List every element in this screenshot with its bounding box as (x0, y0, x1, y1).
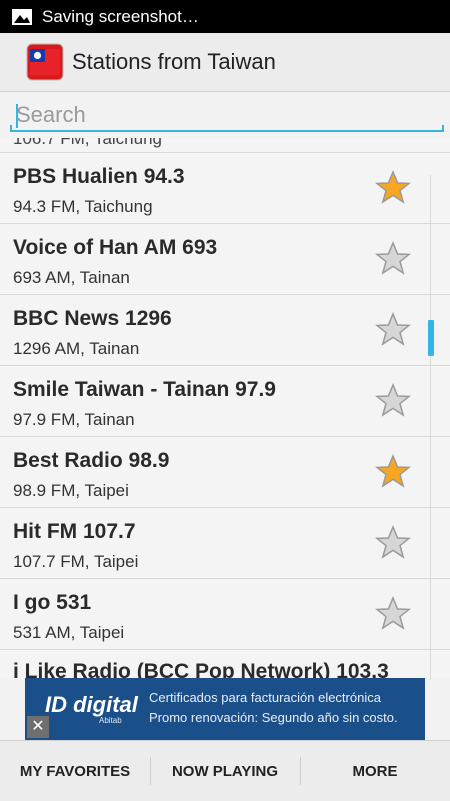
more-button[interactable]: MORE (300, 741, 450, 801)
station-detail: 97.9 FM, Tainan (13, 410, 135, 429)
favorite-star-icon[interactable] (375, 241, 411, 277)
station-row[interactable]: Voice of Han AM 693 693 AM, Tainan (0, 224, 450, 295)
station-detail: 107.7 FM, Taipei (13, 552, 139, 571)
scroll-track (430, 175, 431, 680)
taiwan-flag-icon[interactable] (26, 43, 64, 81)
ad-text-line1: Certificados para facturación electrónic… (149, 690, 381, 705)
station-name: PBS Hualien 94.3 (13, 165, 185, 188)
station-detail: 1296 AM, Tainan (13, 339, 140, 358)
ad-brand: ID digital (45, 692, 138, 717)
station-row[interactable]: Hit FM 107.7 107.7 FM, Taipei (0, 508, 450, 579)
image-icon (12, 8, 32, 25)
favorite-star-icon[interactable] (375, 525, 411, 561)
status-bar: Saving screenshot… (0, 0, 450, 33)
station-row[interactable]: i Like Radio (BCC Pop Network) 103.3 (0, 650, 450, 678)
page-title: Stations from Taiwan (72, 49, 276, 74)
favorite-star-icon[interactable] (375, 596, 411, 632)
search-input[interactable] (10, 100, 442, 130)
text-cursor (16, 104, 18, 128)
station-name: I go 531 (13, 591, 92, 614)
search-bar (0, 92, 450, 136)
favorite-star-icon[interactable] (375, 312, 411, 348)
station-row[interactable]: I go 531 531 AM, Taipei (0, 579, 450, 650)
station-list[interactable]: 106.7 FM, Taichung PBS Hualien 94.3 94.3… (0, 138, 450, 678)
favorite-star-icon[interactable] (375, 454, 411, 490)
station-row[interactable]: Best Radio 98.9 98.9 FM, Taipei (0, 437, 450, 508)
station-detail: 106.7 FM, Taichung (13, 138, 162, 148)
favorite-star-icon[interactable] (375, 383, 411, 419)
station-name: Voice of Han AM 693 (13, 236, 218, 259)
now-playing-button[interactable]: NOW PLAYING (150, 741, 300, 801)
ad-brand-sub: Abitab (99, 716, 122, 725)
station-detail: 531 AM, Taipei (13, 623, 125, 642)
station-name: Best Radio 98.9 (13, 449, 170, 472)
action-bar: Stations from Taiwan (0, 33, 450, 92)
ad-text-line2: Promo renovación: Segundo año sin costo. (149, 710, 398, 725)
station-name: Hit FM 107.7 (13, 520, 136, 543)
station-name: i Like Radio (BCC Pop Network) 103.3 (13, 660, 389, 678)
scrollbar-thumb[interactable] (428, 320, 434, 356)
bottom-nav: MY FAVORITES NOW PLAYING MORE (0, 740, 450, 801)
station-name: Smile Taiwan - Tainan 97.9 (13, 378, 276, 401)
favorite-star-icon[interactable] (375, 170, 411, 206)
station-row[interactable]: BBC News 1296 1296 AM, Tainan (0, 295, 450, 366)
my-favorites-button[interactable]: MY FAVORITES (0, 741, 150, 801)
ad-banner[interactable]: ID digital Abitab Certificados para fact… (25, 678, 425, 740)
list-item-clipped[interactable]: 106.7 FM, Taichung (0, 138, 450, 153)
station-name: BBC News 1296 (13, 307, 172, 330)
station-detail: 98.9 FM, Taipei (13, 481, 129, 500)
search-underline (10, 125, 444, 132)
station-row[interactable]: PBS Hualien 94.3 94.3 FM, Taichung (0, 153, 450, 224)
station-detail: 94.3 FM, Taichung (13, 197, 153, 216)
ad-close-icon[interactable]: ✕ (27, 716, 49, 738)
status-text: Saving screenshot… (42, 6, 199, 26)
station-row[interactable]: Smile Taiwan - Tainan 97.9 97.9 FM, Tain… (0, 366, 450, 437)
station-detail: 693 AM, Tainan (13, 268, 130, 287)
